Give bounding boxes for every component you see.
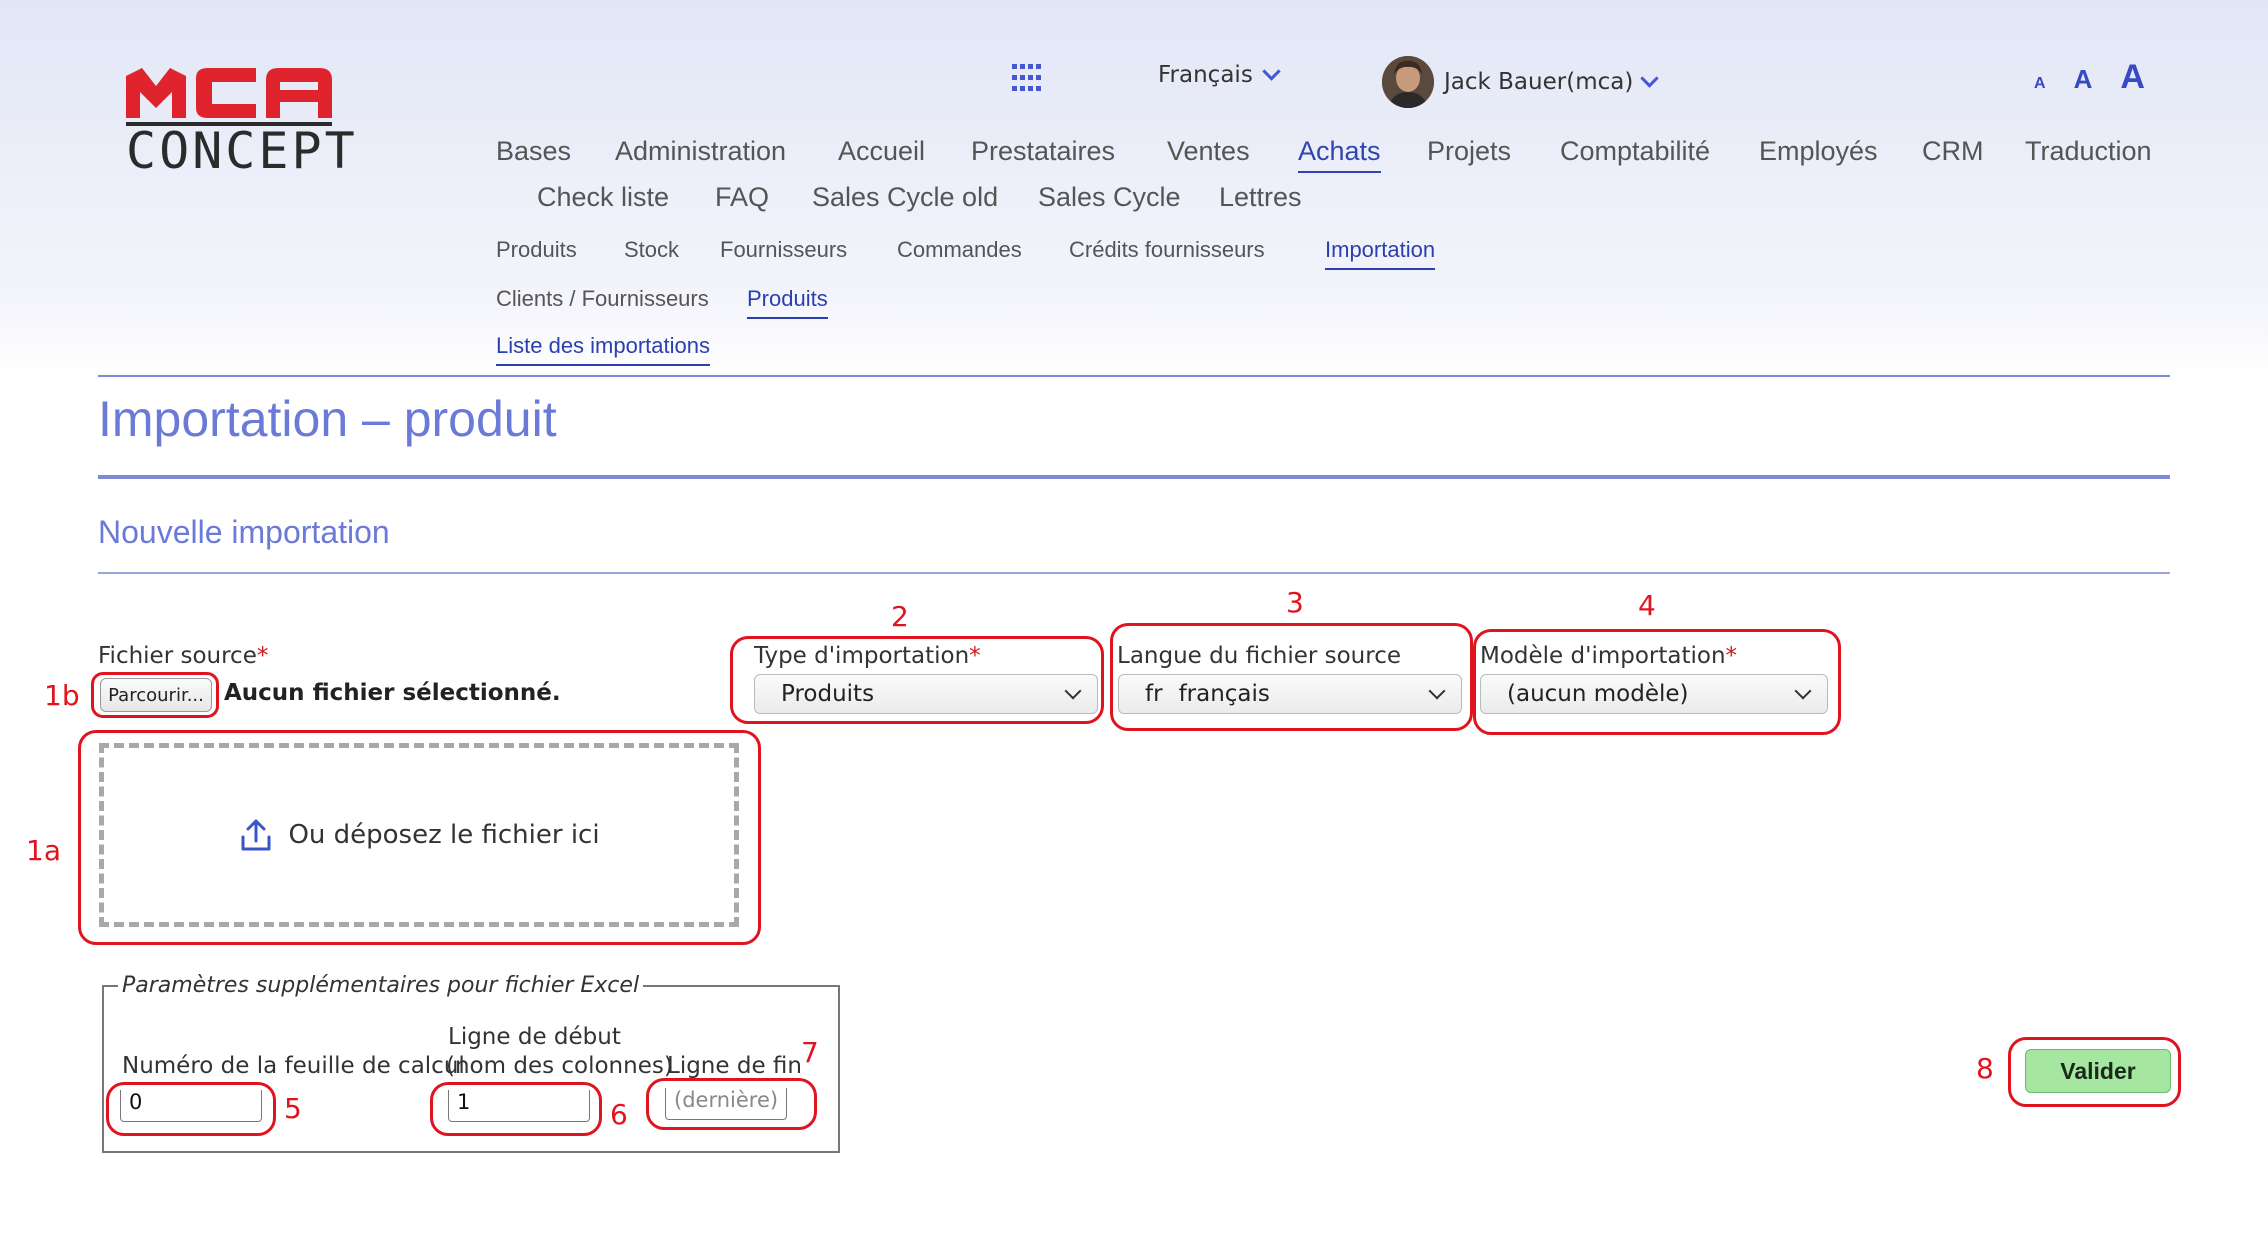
nav-item-bases[interactable]: Bases — [496, 136, 571, 167]
subnav-item-credits-fournisseurs[interactable]: Crédits fournisseurs — [1069, 237, 1265, 263]
annotation-label-1b: 1b — [44, 679, 80, 712]
nav-item-sales-cycle-old[interactable]: Sales Cycle old — [812, 182, 998, 213]
chevron-down-icon — [1262, 61, 1281, 81]
subnav-item-stock[interactable]: Stock — [624, 237, 679, 263]
subnav-item-importation[interactable]: Importation — [1325, 237, 1436, 270]
language-selector[interactable]: Français — [1158, 61, 1281, 88]
nav-item-check-liste[interactable]: Check liste — [537, 182, 669, 213]
nav-item-administration[interactable]: Administration — [615, 136, 786, 167]
annotation-label-1a: 1a — [26, 834, 61, 867]
nav-item-faq[interactable]: FAQ — [715, 182, 769, 213]
font-size-large-button[interactable]: A — [2120, 58, 2145, 97]
subnav-item-liste-des-importations[interactable]: Liste des importations — [496, 333, 710, 366]
divider — [98, 375, 2170, 377]
annotation-label-5: 5 — [284, 1092, 302, 1125]
page-title: Importation – produit — [98, 391, 557, 447]
annotation-ring-7 — [646, 1078, 817, 1130]
annotation-label-3: 3 — [1286, 586, 1304, 619]
annotation-label-8: 8 — [1976, 1052, 1994, 1085]
nav-item-traduction[interactable]: Traduction — [2025, 136, 2152, 167]
nav-item-ventes[interactable]: Ventes — [1167, 136, 1250, 167]
annotation-ring-6 — [430, 1082, 602, 1136]
annotation-label-2: 2 — [891, 600, 909, 633]
subnav-item-clients-fournisseurs[interactable]: Clients / Fournisseurs — [496, 286, 709, 312]
user-menu[interactable]: Jack Bauer(mca) — [1382, 56, 1660, 108]
excel-parameters-legend: Paramètres supplémentaires pour fichier … — [122, 973, 640, 998]
no-file-text: Aucun fichier sélectionné. — [224, 680, 561, 706]
nav-item-prestataires[interactable]: Prestataires — [971, 136, 1115, 167]
divider — [98, 572, 2170, 574]
divider — [98, 475, 2170, 479]
nav-item-achats[interactable]: Achats — [1298, 136, 1381, 173]
annotation-ring-5 — [106, 1082, 276, 1136]
annotation-ring-1b — [91, 672, 219, 718]
annotation-label-7: 7 — [801, 1036, 819, 1069]
user-name: Jack Bauer(mca) — [1444, 69, 1634, 95]
annotation-label-6: 6 — [610, 1098, 628, 1131]
subnav-item-fournisseurs[interactable]: Fournisseurs — [720, 237, 847, 263]
nav-item-sales-cycle[interactable]: Sales Cycle — [1038, 182, 1181, 213]
apps-grid-icon[interactable] — [1012, 64, 1042, 94]
section-title: Nouvelle importation — [98, 514, 390, 550]
font-size-medium-button[interactable]: A — [2074, 64, 2093, 95]
mca-concept-logo[interactable]: CONCEPT — [126, 68, 384, 204]
end-line-label: Ligne de fin — [667, 1053, 802, 1079]
subnav-item-produits[interactable]: Produits — [496, 237, 577, 263]
annotation-label-4: 4 — [1638, 589, 1656, 622]
annotation-ring-8 — [2008, 1037, 2181, 1107]
start-line-sublabel: (nom des colonnes) — [446, 1053, 673, 1079]
source-file-label: Fichier source* — [98, 643, 269, 669]
logo-word: CONCEPT — [126, 122, 358, 180]
nav-item-projets[interactable]: Projets — [1427, 136, 1511, 167]
nav-item-accueil[interactable]: Accueil — [838, 136, 925, 167]
annotation-ring-3 — [1110, 623, 1473, 731]
subnav-item-produits-import[interactable]: Produits — [747, 286, 828, 319]
sheet-number-label: Numéro de la feuille de calcul — [122, 1053, 465, 1079]
nav-item-comptabilite[interactable]: Comptabilité — [1560, 136, 1710, 167]
start-line-label: Ligne de début — [448, 1024, 621, 1050]
font-size-controls: A A A — [2034, 58, 2145, 97]
font-size-small-button[interactable]: A — [2034, 75, 2046, 93]
nav-item-lettres[interactable]: Lettres — [1219, 182, 1302, 213]
annotation-ring-4 — [1473, 629, 1841, 735]
language-label: Français — [1158, 62, 1253, 88]
nav-item-employes[interactable]: Employés — [1759, 136, 1878, 167]
nav-item-crm[interactable]: CRM — [1922, 136, 1984, 167]
annotation-ring-2 — [730, 636, 1104, 724]
avatar — [1382, 56, 1434, 108]
subnav-item-commandes[interactable]: Commandes — [897, 237, 1022, 263]
chevron-down-icon — [1640, 68, 1660, 88]
annotation-ring-1a — [78, 730, 761, 945]
